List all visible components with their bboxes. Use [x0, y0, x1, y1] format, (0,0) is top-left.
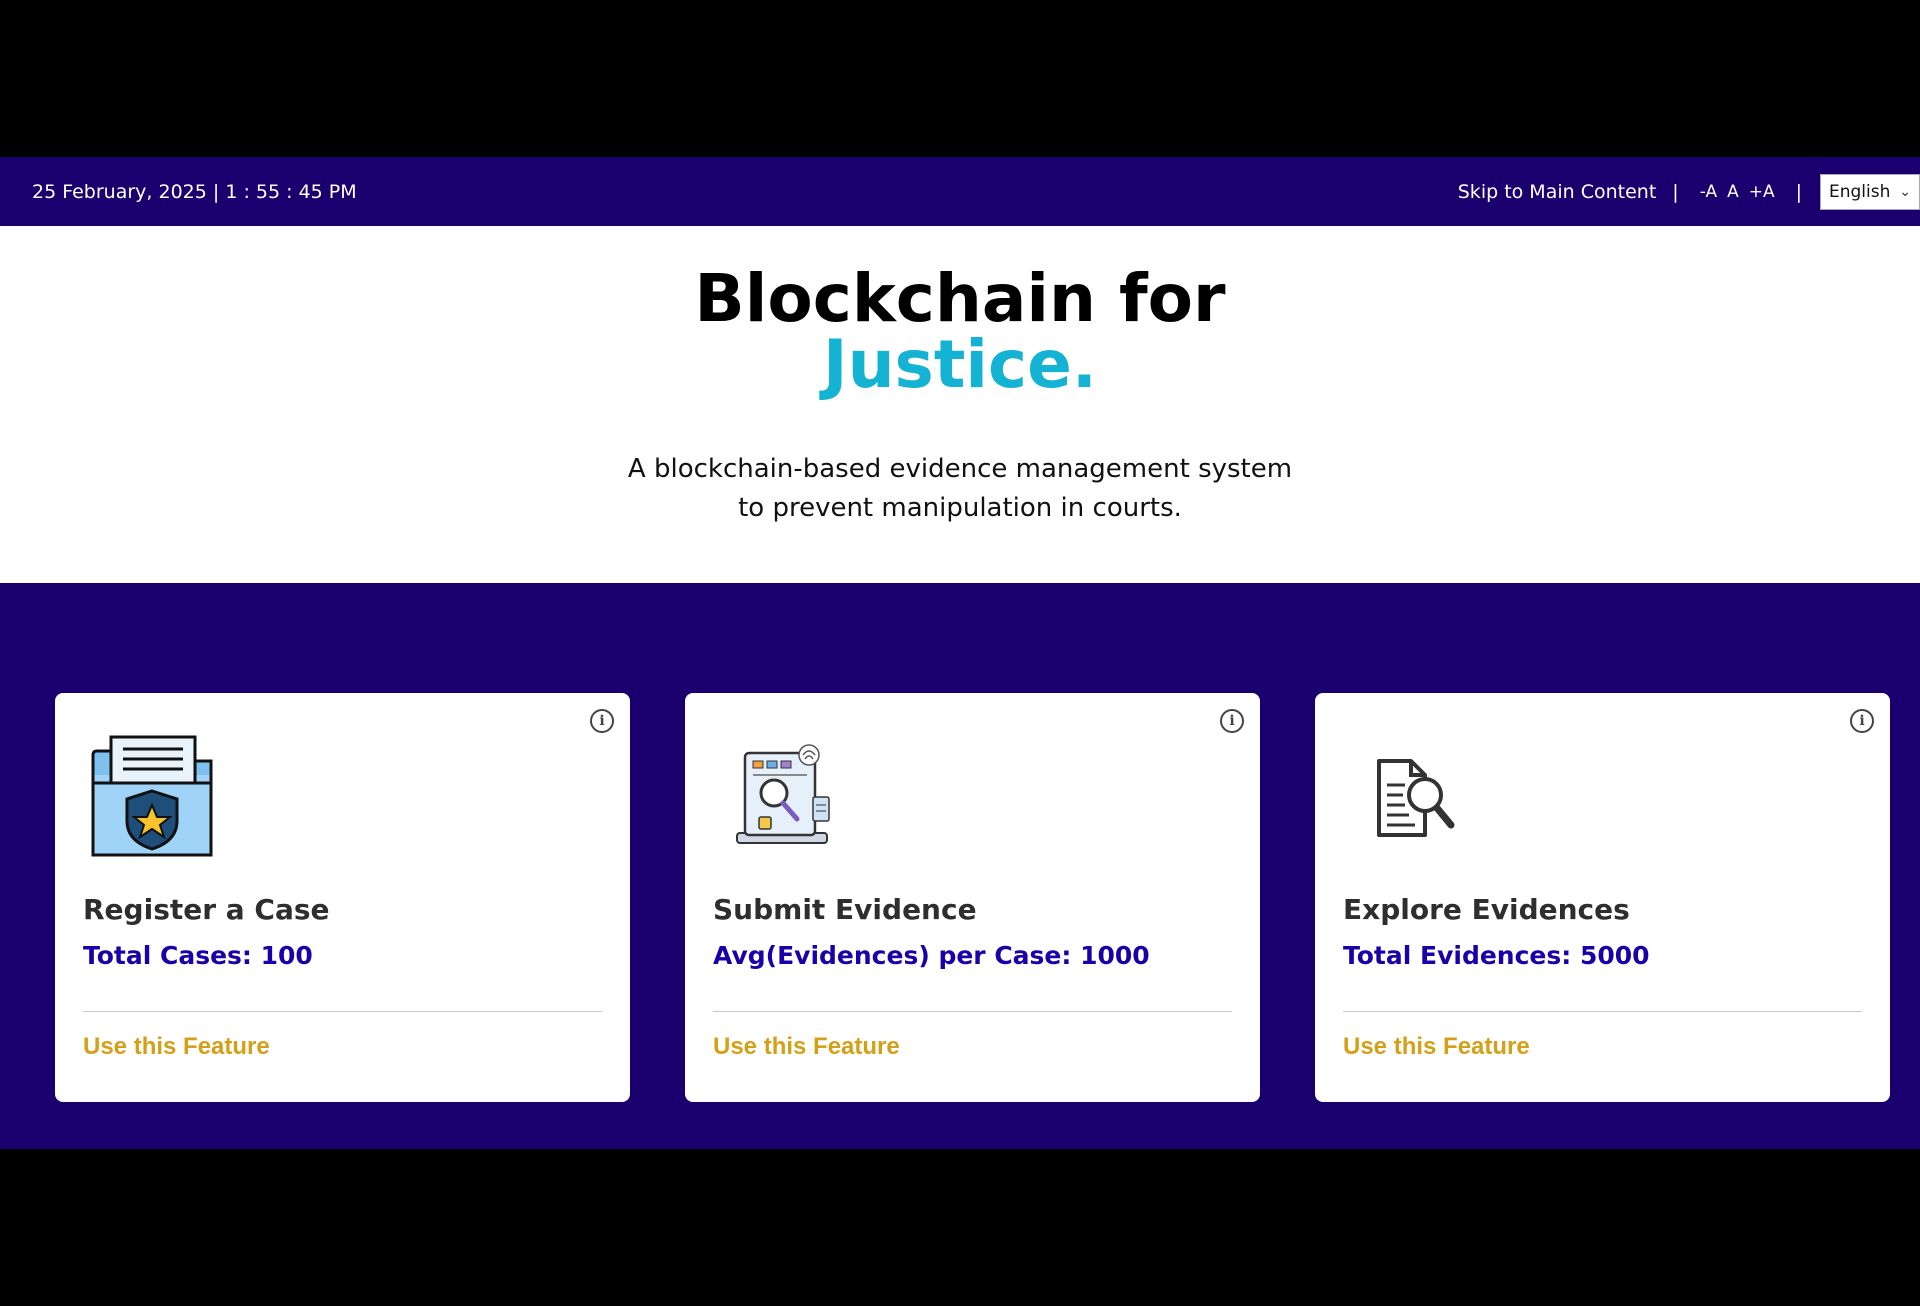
language-selected-value: English	[1829, 181, 1891, 202]
page-title: Blockchain for Justice.	[0, 266, 1920, 398]
use-feature-link[interactable]: Use this Feature	[713, 1033, 900, 1061]
document-search-icon	[1377, 759, 1455, 837]
skip-to-main-link[interactable]: Skip to Main Content	[1458, 181, 1657, 203]
feature-card-register-case: i Register a Case Total Cases: 100 Use t…	[55, 693, 630, 1102]
feature-card-explore-evidences: i Explore Evidences Total Evidences: 500…	[1315, 693, 1890, 1102]
use-feature-link[interactable]: Use this Feature	[83, 1033, 270, 1061]
title-accent: Justice.	[823, 326, 1097, 403]
font-normal-button[interactable]: A	[1727, 182, 1739, 202]
card-stat: Total Evidences: 5000	[1343, 941, 1650, 970]
separator: |	[1672, 180, 1679, 203]
chevron-down-icon: ⌄	[1899, 183, 1911, 200]
folder-shield-icon	[91, 735, 213, 857]
top-bar: 25 February, 2025 | 1 : 55 : 45 PM Skip …	[0, 157, 1920, 226]
card-title: Explore Evidences	[1343, 893, 1630, 926]
card-stat: Total Cases: 100	[83, 941, 313, 970]
info-icon[interactable]: i	[1220, 709, 1244, 733]
divider	[1343, 1011, 1862, 1012]
font-increase-button[interactable]: +A	[1749, 182, 1775, 202]
features-section: i Register a Case Total Cases: 100 Use t…	[0, 583, 1920, 1149]
hero-section: Blockchain for Justice. A blockchain-bas…	[0, 226, 1920, 583]
card-title: Register a Case	[83, 893, 330, 926]
hero-subtitle: A blockchain-based evidence management s…	[627, 454, 1293, 523]
font-decrease-button[interactable]: -A	[1700, 182, 1717, 202]
letterbox-top	[0, 0, 1920, 157]
info-icon[interactable]: i	[590, 709, 614, 733]
datetime-display: 25 February, 2025 | 1 : 55 : 45 PM	[32, 180, 357, 203]
accessibility-controls: Skip to Main Content | -A A +A | English…	[1458, 157, 1920, 226]
language-select[interactable]: English ⌄	[1820, 173, 1920, 210]
letterbox-bottom	[0, 1149, 1920, 1306]
divider	[713, 1011, 1232, 1012]
card-stat: Avg(Evidences) per Case: 1000	[713, 941, 1150, 970]
divider	[83, 1011, 602, 1012]
card-title: Submit Evidence	[713, 893, 977, 926]
separator: |	[1795, 180, 1802, 203]
feature-card-submit-evidence: i Submit Evidence Avg(Evidences) per Cas…	[685, 693, 1260, 1102]
use-feature-link[interactable]: Use this Feature	[1343, 1033, 1530, 1061]
info-icon[interactable]: i	[1850, 709, 1874, 733]
evidence-screen-icon	[736, 744, 830, 844]
